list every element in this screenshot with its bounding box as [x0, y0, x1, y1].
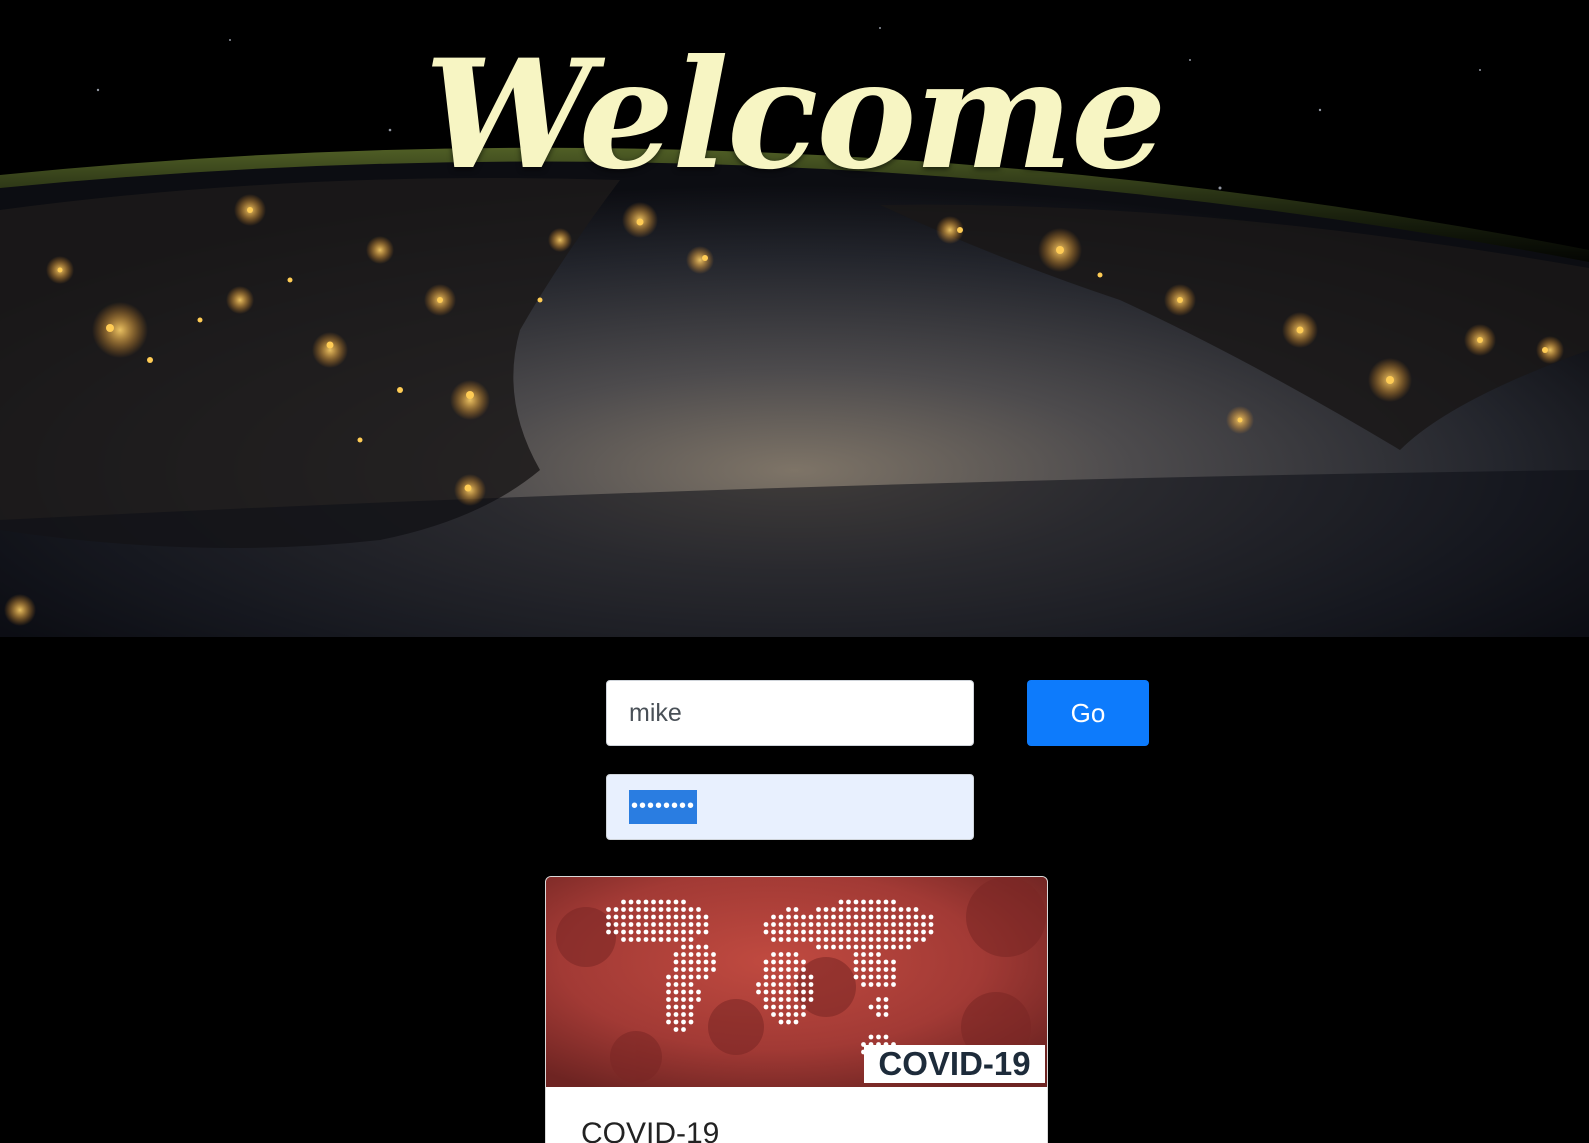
card-title: COVID-19: [581, 1117, 720, 1143]
covid-card[interactable]: COVID-19 COVID-19: [545, 876, 1048, 1143]
go-button[interactable]: Go: [1027, 680, 1149, 746]
covid-badge: COVID-19: [864, 1045, 1045, 1083]
username-input[interactable]: [606, 680, 974, 746]
hero-banner: Welcome: [0, 0, 1589, 637]
password-selected-text: ••••••••: [629, 790, 698, 824]
password-input[interactable]: ••••••••: [606, 774, 974, 840]
card-image: COVID-19: [546, 877, 1047, 1087]
page: Welcome •••••••• Go: [0, 0, 1589, 1143]
welcome-title: Welcome: [424, 27, 1166, 203]
